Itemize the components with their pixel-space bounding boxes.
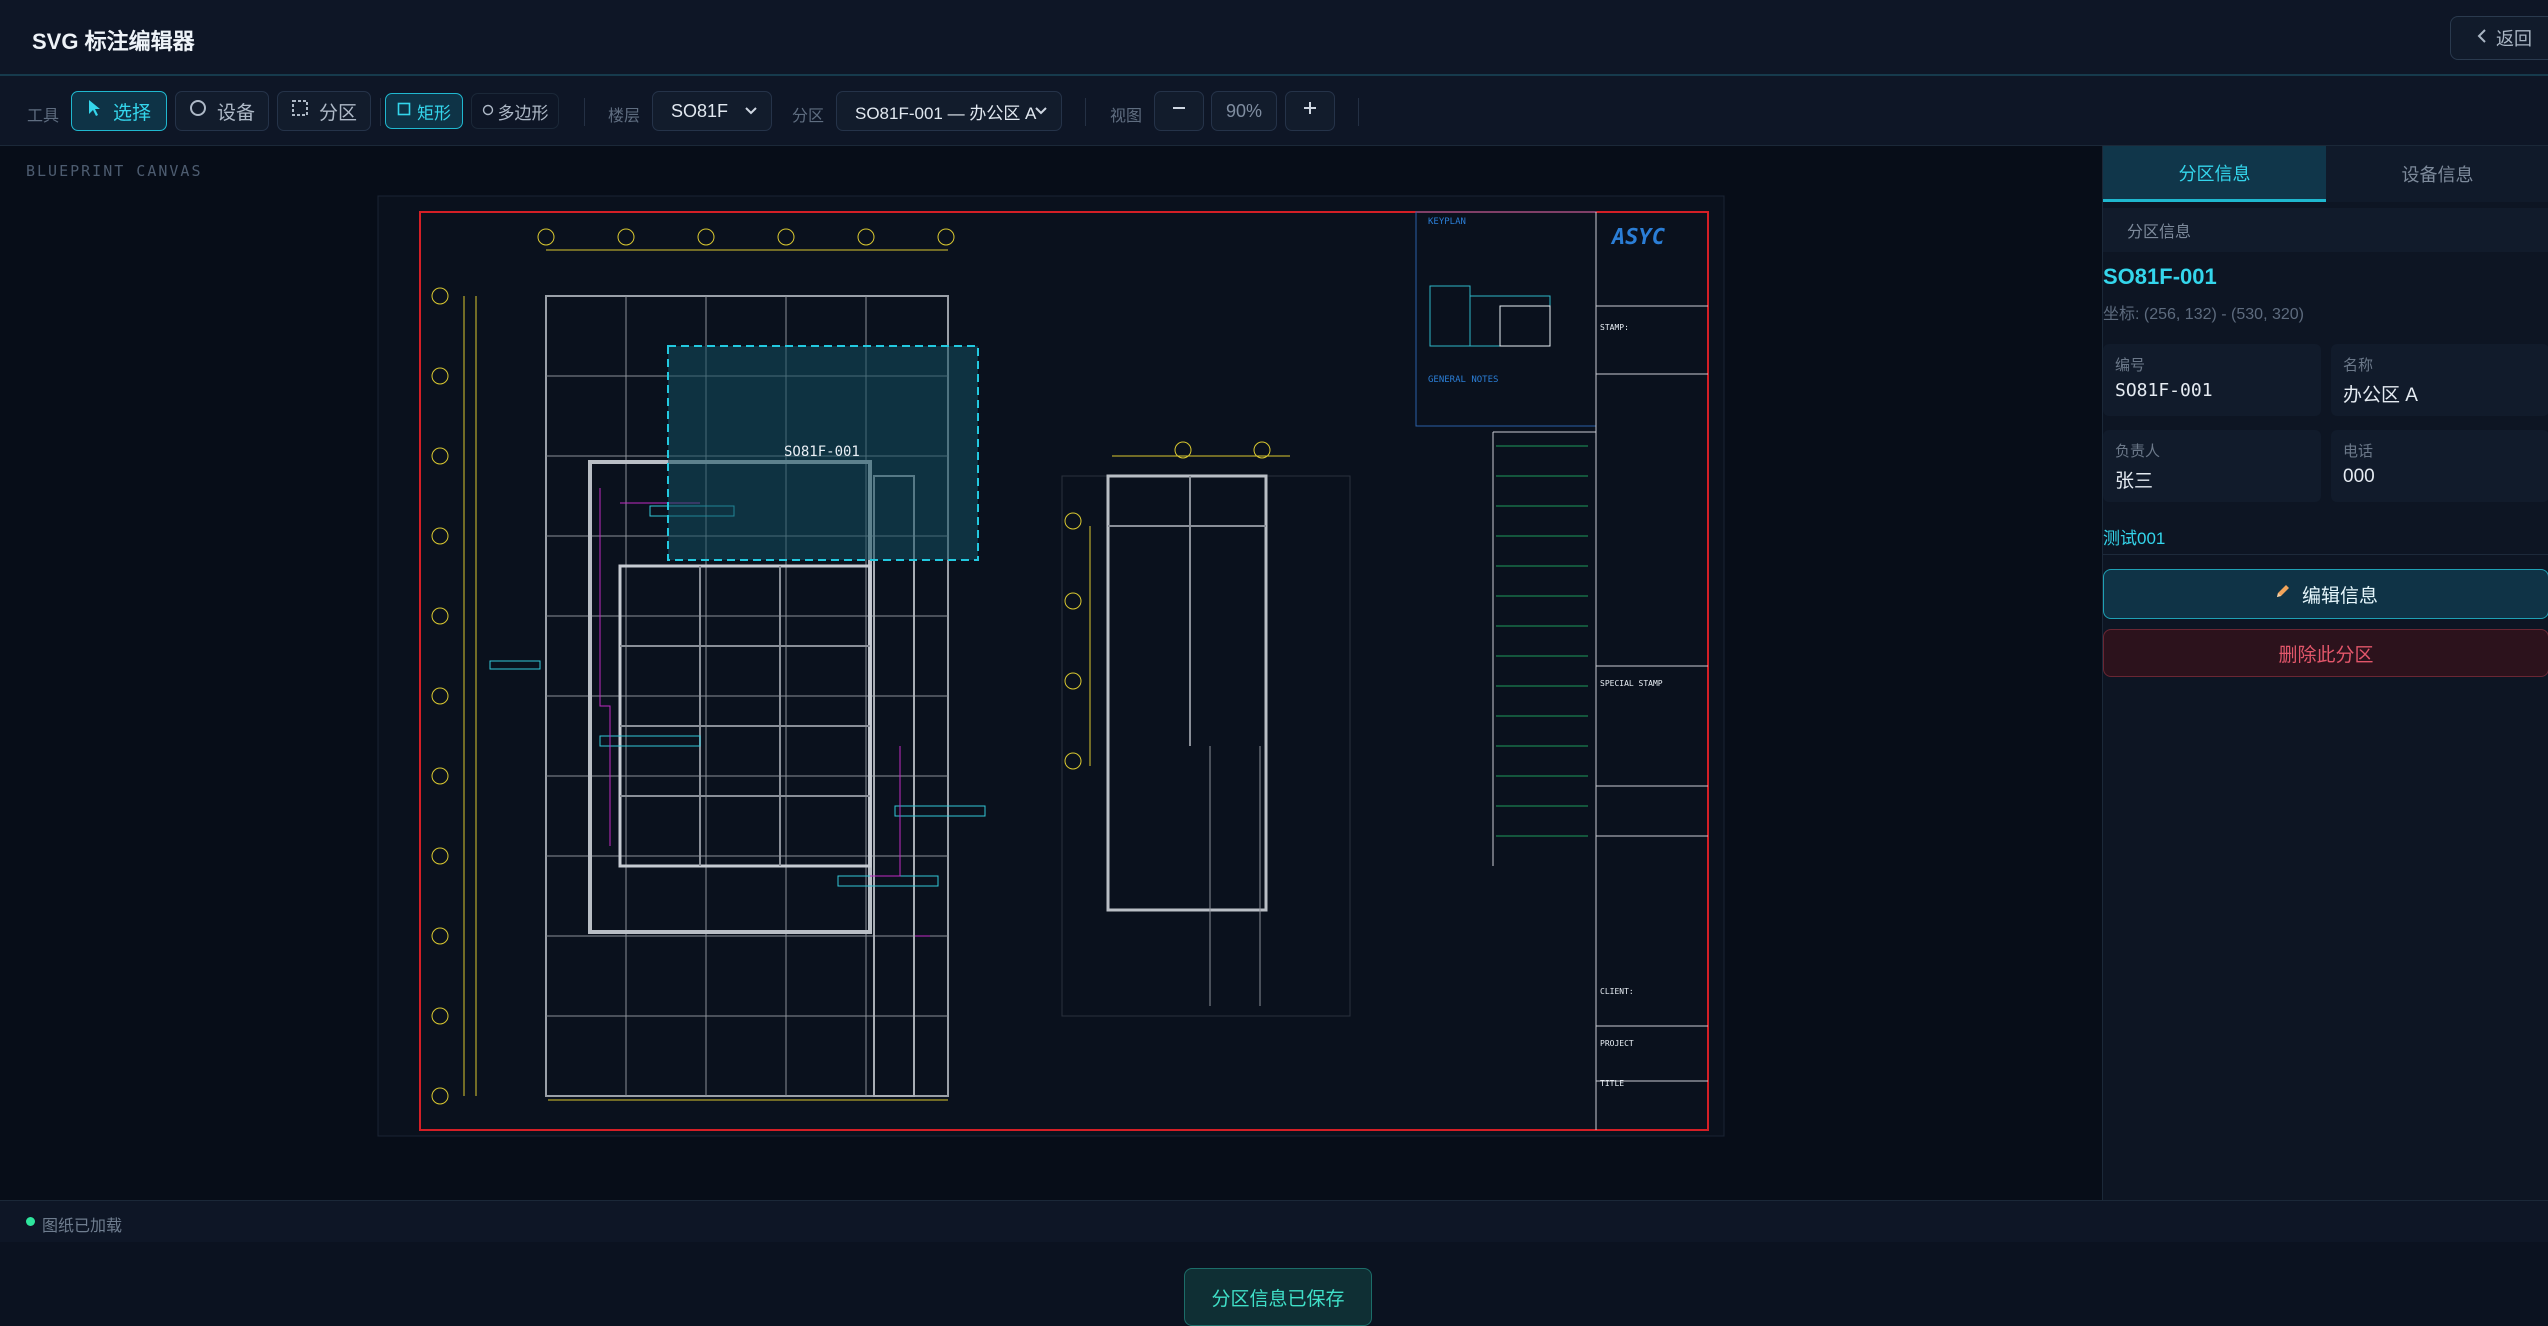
zone-id-heading: SO81F-001: [2103, 264, 2217, 289]
chevron-down-icon: [1033, 101, 1049, 126]
zone-tag: SO81F-001: [784, 444, 860, 460]
rect-mode-label: 矩形: [417, 103, 451, 123]
toolbar-divider: [1358, 98, 1359, 126]
zone-select-value: SO81F-001 — 办公区 A: [855, 103, 1037, 123]
tab-device-info[interactable]: 设备信息: [2326, 146, 2548, 202]
title-label: TITLE: [1600, 1079, 1624, 1088]
divider: [2103, 554, 2548, 555]
phone-value: 000: [2343, 466, 2375, 487]
owner-card: 负责人 张三: [2103, 430, 2321, 502]
dashed-square-icon: [291, 99, 309, 123]
delete-zone-button[interactable]: 删除此分区: [2103, 629, 2548, 677]
status-bar: 图纸已加载: [0, 1200, 2548, 1242]
section-header: 分区信息: [2103, 208, 2548, 252]
app-title: SVG 标注编辑器: [32, 29, 195, 54]
drawing-sheet: [377, 195, 1725, 1137]
tab-zone-info[interactable]: 分区信息: [2103, 146, 2326, 202]
zone-select[interactable]: SO81F-001 — 办公区 A: [836, 91, 1062, 131]
toolbar-divider: [584, 98, 585, 126]
view-label: 视图: [1110, 108, 1143, 125]
name-card: 名称 办公区 A: [2331, 344, 2548, 416]
company-logo: ASYC: [1610, 225, 1666, 250]
project-label: PROJECT: [1600, 1039, 1634, 1048]
zone-tool-button[interactable]: 分区: [277, 91, 371, 131]
select-tool-button[interactable]: 选择: [71, 91, 167, 131]
zone-note: 测试001: [2103, 529, 2166, 548]
polygon-icon: [482, 101, 494, 121]
owner-value: 张三: [2115, 471, 2154, 492]
floor-label: 楼层: [608, 108, 641, 125]
edit-info-button[interactable]: 编辑信息: [2103, 569, 2548, 619]
phone-label: 电话: [2343, 443, 2374, 460]
zoom-in-button[interactable]: [1285, 91, 1335, 131]
code-value: SO81F-001: [2115, 380, 2213, 401]
back-button[interactable]: 返回: [2450, 16, 2548, 60]
toolbar-divider: [380, 98, 381, 126]
code-label: 编号: [2115, 357, 2146, 374]
phone-card: 电话 000: [2331, 430, 2548, 502]
general-notes-label: GENERAL NOTES: [1428, 375, 1498, 385]
minus-icon: [1171, 100, 1187, 122]
back-label: 返回: [2496, 29, 2532, 49]
title-bar: SVG 标注编辑器 返回: [0, 0, 2548, 76]
zone-select-label: 分区: [792, 108, 825, 125]
pencil-icon: [2274, 582, 2292, 606]
status-indicator: [26, 1217, 35, 1226]
toolbar-divider: [1085, 98, 1086, 126]
info-panel: 分区信息 设备信息 分区信息 SO81F-001 坐标: (256, 132) …: [2102, 146, 2548, 1200]
blueprint-canvas[interactable]: BLUEPRINT CANVAS SO81F-001 KEYPLAN GENER…: [0, 146, 2102, 1326]
special-stamp-label: SPECIAL STAMP: [1600, 679, 1663, 688]
status-text: 图纸已加载: [42, 1218, 123, 1235]
tools-label: 工具: [27, 108, 60, 125]
zone-tool-label: 分区: [318, 102, 357, 124]
plus-icon: [1302, 100, 1318, 122]
zoom-level: 90%: [1211, 91, 1277, 131]
toolbar: 工具 选择 设备 分区 矩形 多边形 楼层 SO81F 分区 SO81F-001…: [0, 76, 2548, 146]
select-tool-label: 选择: [112, 102, 151, 124]
floor-select[interactable]: SO81F: [652, 91, 772, 131]
client-label: CLIENT:: [1600, 987, 1634, 996]
edit-info-label: 编辑信息: [2301, 585, 2378, 607]
rect-mode-button[interactable]: 矩形: [385, 93, 463, 129]
device-tool-label: 设备: [216, 102, 255, 124]
polygon-mode-label: 多边形: [497, 103, 549, 123]
chevron-down-icon: [743, 101, 759, 126]
square-icon: [397, 101, 411, 121]
zoom-out-button[interactable]: [1154, 91, 1204, 131]
stamp-label: STAMP:: [1600, 323, 1629, 332]
circle-icon: [189, 99, 207, 123]
zone-coords: 坐标: (256, 132) - (530, 320): [2103, 306, 2304, 323]
device-tool-button[interactable]: 设备: [175, 91, 269, 131]
save-toast: 分区信息已保存: [1184, 1268, 1372, 1326]
blueprint-drawing[interactable]: SO81F-001 KEYPLAN GENERAL NOTES ASYC STA…: [0, 146, 2102, 1200]
code-card: 编号 SO81F-001: [2103, 344, 2321, 416]
floor-select-value: SO81F: [671, 100, 729, 121]
name-label: 名称: [2343, 357, 2374, 374]
chevron-left-icon: [2476, 28, 2488, 49]
cursor-icon: [87, 99, 103, 123]
polygon-mode-button[interactable]: 多边形: [471, 93, 559, 129]
name-value: 办公区 A: [2343, 385, 2418, 406]
owner-label: 负责人: [2115, 443, 2161, 460]
keyplan-label: KEYPLAN: [1428, 217, 1466, 227]
